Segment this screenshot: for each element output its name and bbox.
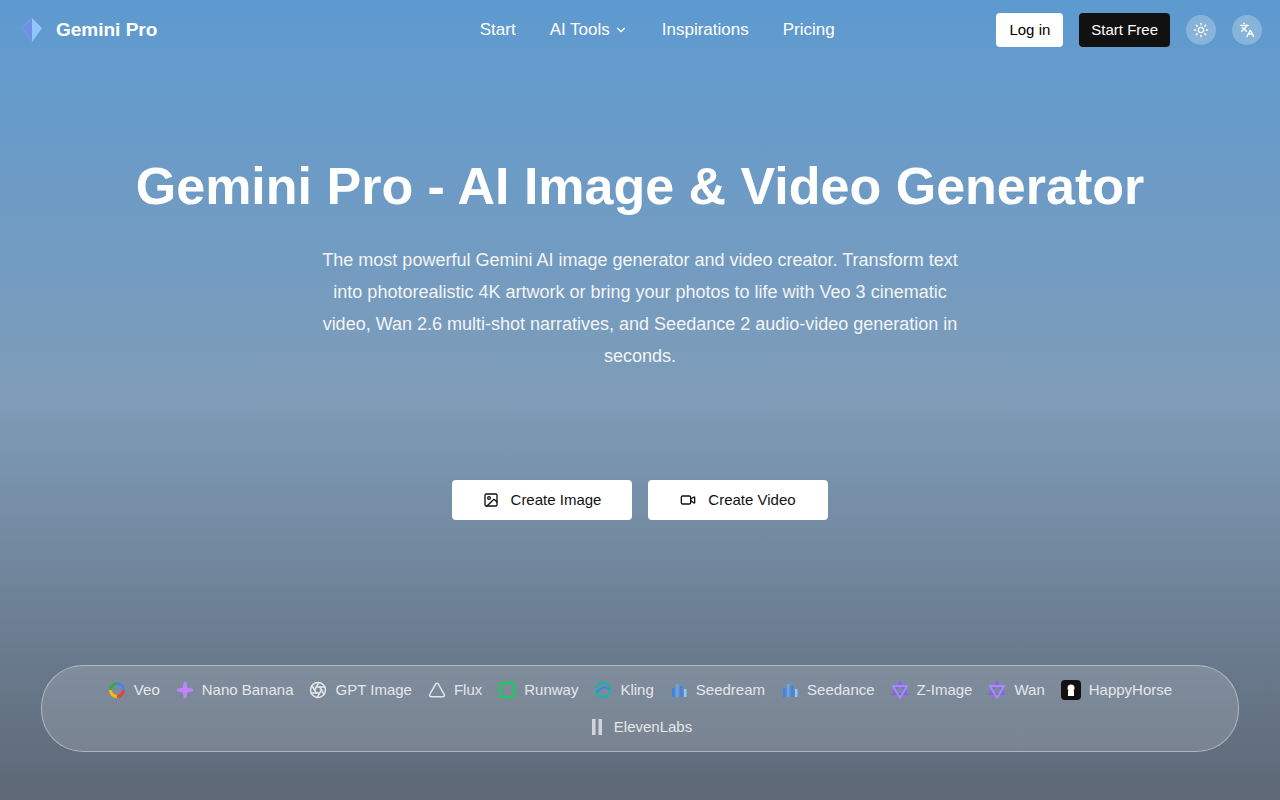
language-button[interactable] — [1232, 15, 1262, 45]
flux-icon — [428, 681, 446, 699]
nav-links: Start AI Tools Inspirations Pricing — [378, 17, 996, 43]
nav-link[interactable]: Pricing — [783, 17, 835, 43]
bars-icon — [781, 681, 799, 699]
chevron-down-icon — [614, 23, 628, 37]
login-button[interactable]: Log in — [996, 13, 1063, 48]
elevenlabs-icon — [588, 718, 606, 736]
nav-link[interactable]: AI Tools — [550, 17, 628, 43]
model-item[interactable]: GPT Image — [309, 679, 411, 702]
create-image-button[interactable]: Create Image — [452, 480, 632, 520]
bars-icon — [670, 681, 688, 699]
brand[interactable]: Gemini Pro — [18, 16, 378, 45]
gem-logo-icon — [18, 16, 46, 44]
model-item[interactable]: Kling — [594, 679, 653, 702]
video-icon — [680, 492, 696, 508]
model-item[interactable]: Seedance — [781, 679, 875, 702]
theme-toggle[interactable] — [1186, 15, 1216, 45]
page: Gemini Pro Start AI Tools Inspirations Prici… — [0, 0, 1280, 800]
model-item[interactable]: ElevenLabs — [588, 716, 692, 739]
openai-icon — [309, 681, 327, 699]
hero: Gemini Pro - AI Image & Video Generator T… — [0, 60, 1280, 800]
hero-subtitle: The most powerful Gemini AI image genera… — [310, 244, 970, 372]
model-item[interactable]: Wan — [988, 679, 1044, 702]
create-video-button[interactable]: Create Video — [648, 480, 828, 520]
sparkle-icon — [176, 681, 194, 699]
nav-actions: Log in Start Free — [996, 13, 1262, 48]
hero-title: Gemini Pro - AI Image & Video Generator — [136, 152, 1144, 220]
start-free-button[interactable]: Start Free — [1079, 13, 1170, 48]
nav-link[interactable]: Inspirations — [662, 17, 749, 43]
model-item[interactable]: Runway — [498, 679, 578, 702]
horse-icon — [1061, 680, 1081, 700]
model-item[interactable]: Flux — [428, 679, 482, 702]
image-icon — [483, 492, 499, 508]
star-icon — [891, 681, 909, 699]
model-item[interactable]: Seedream — [670, 679, 765, 702]
translate-icon — [1239, 22, 1255, 38]
model-item[interactable]: HappyHorse — [1061, 679, 1172, 702]
nav-link[interactable]: Start — [480, 17, 516, 43]
model-item[interactable]: Z-Image — [891, 679, 973, 702]
model-strip: Veo Nano Banana GPT Image Flux Runway Kling Se… — [41, 665, 1239, 752]
model-item[interactable]: Veo — [108, 679, 160, 702]
model-item[interactable]: Nano Banana — [176, 679, 294, 702]
hero-buttons: Create Image Create Video — [452, 480, 828, 520]
google-icon — [108, 681, 126, 699]
navbar: Gemini Pro Start AI Tools Inspirations Prici… — [0, 0, 1280, 60]
sun-icon — [1193, 22, 1209, 38]
kling-icon — [594, 681, 612, 699]
runway-icon — [498, 681, 516, 699]
brand-name: Gemini Pro — [56, 16, 157, 45]
star-icon — [988, 681, 1006, 699]
